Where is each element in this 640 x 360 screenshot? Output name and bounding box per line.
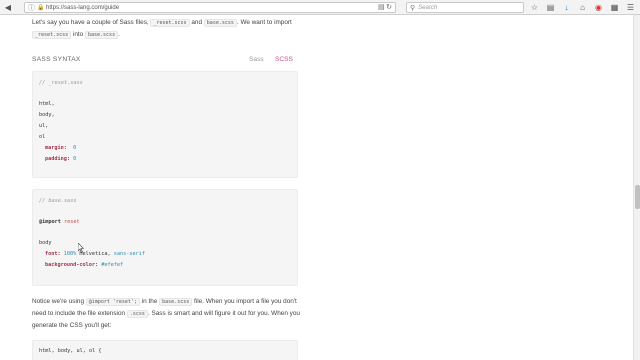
reload-icon[interactable]: ↻ <box>386 3 392 11</box>
star-icon[interactable]: ☆ <box>530 3 539 12</box>
para-text-1: Notice we're using <box>32 298 86 305</box>
pocket-icon[interactable]: ◉ <box>594 3 603 12</box>
intro-text-2: and <box>189 19 204 26</box>
extension-icon[interactable]: ▦ <box>610 3 619 12</box>
code-property: font: <box>45 251 61 257</box>
code-value: Helvetica, <box>79 251 111 257</box>
code-line: body, <box>39 112 55 118</box>
code-value: #efefef <box>101 262 124 268</box>
code-property: margin: <box>45 145 67 151</box>
inline-code-ext: .scss <box>126 310 148 318</box>
code-comment: // _reset.sass <box>39 80 83 86</box>
scroll-thumb[interactable] <box>635 185 640 209</box>
reader-icon[interactable]: ▤ <box>378 3 385 11</box>
inline-code-base: base.scss <box>203 19 237 27</box>
intro-paragraph: Let's say you have a couple of Sass file… <box>32 17 307 41</box>
inline-code-import: @import 'reset'; <box>85 298 140 306</box>
code-line: margin: 0 <box>45 145 76 151</box>
code-property: padding: <box>45 156 70 162</box>
code-value: 100% <box>63 251 77 257</box>
intro-text-5: . <box>118 31 120 38</box>
code-line: padding: 0 <box>45 156 76 162</box>
code-block-reset: // _reset.sass html, body, ul, ol margin… <box>32 71 298 178</box>
search-bar[interactable]: ⚲ Search <box>406 2 524 13</box>
code-value: 0 <box>73 156 77 162</box>
intro-text-1: Let's say you have a couple of Sass file… <box>32 19 151 26</box>
search-icon: ⚲ <box>410 4 416 12</box>
code-line: @import reset <box>39 219 80 225</box>
code-comment: // base.sass <box>39 198 77 204</box>
search-input[interactable]: Search <box>418 5 437 11</box>
syntax-header: SASS SYNTAX Sass SCSS <box>32 56 294 66</box>
url-text: https://sass-lang.com/guide <box>46 4 120 11</box>
code-value: 0 <box>73 145 77 151</box>
tab-sass[interactable]: Sass <box>249 56 264 63</box>
home-icon[interactable]: ⌂ <box>578 3 587 12</box>
code-block-base: // base.sass @import reset body font: 10… <box>32 189 298 286</box>
para-text-2: in the <box>139 298 160 305</box>
mouse-cursor-icon <box>78 243 84 253</box>
code-property: background-color: <box>45 262 99 268</box>
back-icon[interactable]: ◀ <box>3 2 13 12</box>
inline-code-base-2: base.scss <box>84 31 119 39</box>
inline-code-reset: _reset.scss <box>150 19 190 27</box>
intro-text-3: . We want to import <box>236 19 292 26</box>
code-line: html, <box>39 101 55 107</box>
code-line: ol <box>39 134 46 140</box>
explanation-paragraph: Notice we're using @import 'reset'; in t… <box>32 296 300 331</box>
bookmarks-icon[interactable]: ▤ <box>546 3 555 12</box>
scrollbar[interactable] <box>633 15 640 360</box>
code-line: background-color: #efefef <box>45 262 123 268</box>
url-bar[interactable]: ⓘ 🔒 https://sass-lang.com/guide ↻ <box>24 2 396 13</box>
download-icon[interactable]: ↓ <box>562 3 571 12</box>
code-line: html, body, ul, ol { <box>39 348 102 354</box>
inline-code-reset-2: _reset.scss <box>32 31 72 39</box>
menu-icon[interactable]: ☰ <box>626 3 635 12</box>
browser-toolbar: ◀ ⓘ 🔒 https://sass-lang.com/guide ↻ ▤ ⚲ … <box>0 0 640 15</box>
code-line: ul, <box>39 123 49 129</box>
intro-text-4: into <box>71 31 85 38</box>
lock-icon: 🔒 <box>37 5 45 11</box>
inline-code-base: base.scss <box>159 298 193 306</box>
info-icon[interactable]: ⓘ <box>27 3 36 12</box>
tab-scss[interactable]: SCSS <box>275 56 293 63</box>
code-block-output: html, body, ul, ol { <box>32 340 298 360</box>
code-value: reset <box>64 219 80 225</box>
code-value: sans-serif <box>113 251 145 257</box>
code-keyword: @import <box>39 219 61 225</box>
syntax-title: SASS SYNTAX <box>32 56 81 63</box>
code-line: body <box>39 240 52 246</box>
code-line: font: 100% Helvetica, sans-serif <box>45 251 145 257</box>
